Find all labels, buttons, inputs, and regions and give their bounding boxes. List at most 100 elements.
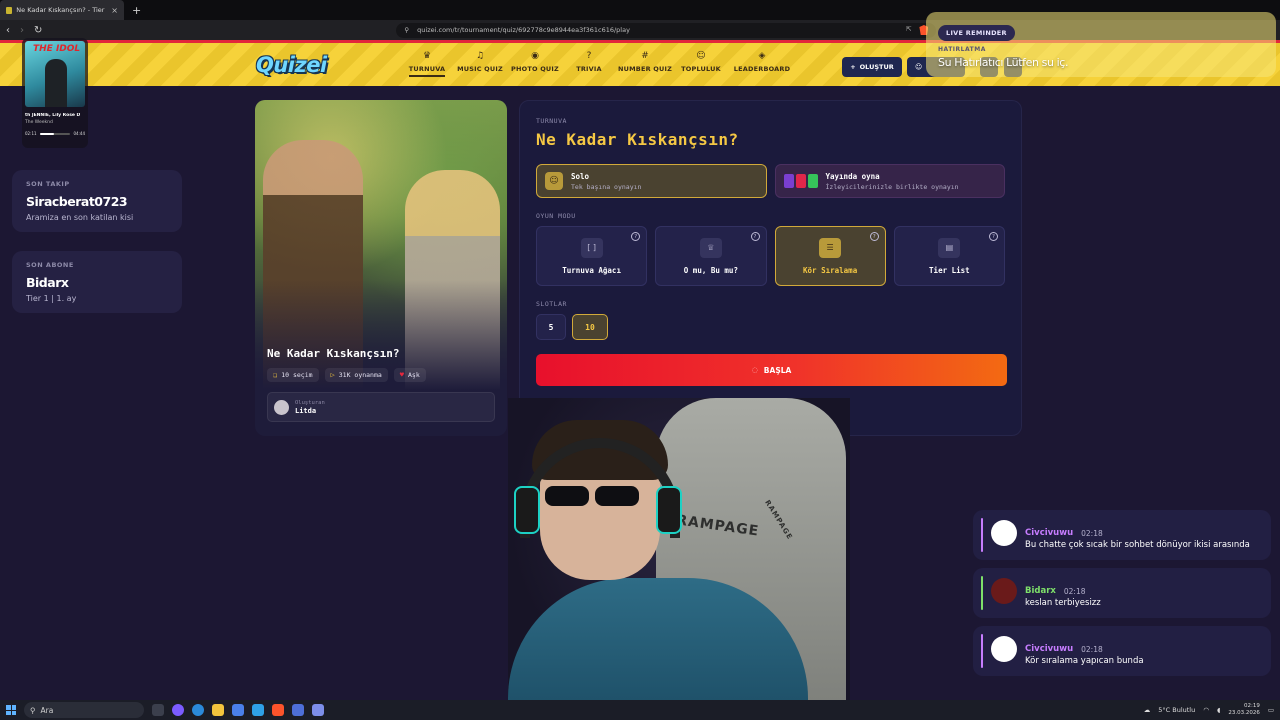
url-text: quizei.com/tr/tournament/quiz/692778c9e8… [417, 26, 630, 34]
volume-icon[interactable]: ◖ [1217, 706, 1220, 714]
nav-turnuva[interactable]: ♛ TURNUVA [404, 51, 450, 77]
stat-plays: ▷ 31K oynanma [324, 368, 388, 382]
back-icon[interactable]: ‹ [6, 25, 10, 36]
quiz-heading: Ne Kadar Kıskançsın? [536, 130, 739, 149]
brave-icon[interactable] [272, 704, 284, 716]
question-icon: ? [586, 51, 592, 61]
wifi-icon[interactable]: ◠ [1203, 706, 1209, 714]
new-tab-icon[interactable]: + [132, 4, 141, 17]
tier-list-icon: ▤ [938, 237, 961, 258]
site-info-icon[interactable]: ⚲ [404, 26, 409, 34]
help-icon[interactable]: ? [750, 232, 760, 241]
stat-text: 10 seçim [281, 371, 313, 379]
slot-option-10[interactable]: 10 [572, 314, 608, 340]
nav-label: NUMBER QUIZ [618, 65, 672, 73]
mode-blind-ranking[interactable]: ? ☰ Kör Sıralama [774, 226, 886, 286]
reload-icon[interactable]: ↻ [34, 25, 42, 36]
plus-icon: + [850, 63, 856, 71]
twitch-icon [783, 174, 794, 188]
quiz-title: Ne Kadar Kıskançsın? [267, 347, 400, 360]
slot-options: 5 10 [536, 314, 1005, 340]
progress-track [39, 132, 71, 135]
taskbar-search[interactable]: ⚲ Ara [24, 702, 144, 718]
nav-number-quiz[interactable]: # NUMBER QUIZ [618, 51, 672, 77]
create-button[interactable]: + OLUŞTUR [842, 57, 902, 77]
song-progress: 02:11 04:44 [25, 131, 85, 136]
notification-icon[interactable]: ▭ [1268, 706, 1274, 714]
clock[interactable]: 02:19 23.03.2026 [1228, 703, 1260, 717]
app-icon[interactable] [292, 704, 304, 716]
weather-icon[interactable]: ☁ [1144, 706, 1151, 714]
option-desc: Tek başına oynayın [571, 182, 642, 191]
chat-username: Civcivuwu [1025, 644, 1074, 654]
song-elapsed: 02:11 [25, 131, 37, 136]
author-name: Litda [295, 406, 317, 415]
windows-start-icon[interactable] [6, 705, 16, 715]
start-button[interactable]: ◌ BAŞLA [536, 354, 1007, 386]
app-icon[interactable] [312, 704, 324, 716]
site-logo[interactable]: Quizei [256, 53, 327, 77]
nav-label: TRIVIA [576, 65, 602, 73]
copilot-icon[interactable] [172, 704, 184, 716]
play-live-option[interactable]: Yayında oyna İzleyicilerinizle birlikte … [774, 164, 1005, 198]
nav-topluluk[interactable]: ☺ TOPLULUK [678, 51, 724, 77]
play-solo-option[interactable]: ☺ Solo Tek başına oynayın [536, 164, 767, 198]
option-desc: İzleyicilerinizle birlikte oynayın [825, 182, 959, 191]
help-icon[interactable]: ? [869, 232, 879, 241]
stat-choices: ❏ 10 seçim [267, 368, 319, 382]
chat-username: Bidarx [1025, 586, 1056, 596]
follower-caption: SON TAKIP [26, 180, 70, 188]
mode-label: O mu, Bu mu? [683, 265, 738, 275]
browser-tab[interactable]: Ne Kadar Kıskançsın? - Tier List × [0, 0, 124, 20]
chat-text: Bu chatte çok sıcak bir sohbet dönüyor i… [1025, 540, 1250, 550]
chat-accent-bar [981, 518, 983, 552]
chat-username: Civcivuwu [1025, 528, 1074, 538]
webcam-feed: RAMPAGE RAMPAGE [508, 398, 850, 700]
help-icon[interactable]: ? [989, 232, 998, 241]
mail-icon[interactable] [252, 704, 264, 716]
chat-accent-bar [981, 576, 983, 610]
slot-option-5[interactable]: 5 [536, 314, 566, 340]
mode-label: Turnuva Ağacı [562, 265, 621, 275]
mode-label: Tier List [929, 265, 970, 275]
nav-label: LEADERBOARD [733, 65, 791, 73]
file-explorer-icon[interactable] [212, 704, 224, 716]
song-title: th JENNIE, Lily Rose D [25, 113, 81, 118]
mode-tier-list[interactable]: ? ▤ Tier List [893, 226, 1005, 286]
edge-icon[interactable] [192, 704, 204, 716]
close-tab-icon[interactable]: × [111, 6, 118, 15]
chat-text: Kör sıralama yapıcan bunda [1025, 656, 1144, 666]
heart-icon: ♥ [399, 371, 405, 379]
song-artist: The Weeknd [25, 120, 53, 125]
chat-text: keslan terbiyesizz [1025, 598, 1101, 608]
task-view-icon[interactable] [152, 704, 164, 716]
reminder-message: Su Hatırlatıcı Lütfen su iç. [938, 56, 1069, 69]
forward-icon[interactable]: › [20, 25, 24, 36]
subscriber-name: Bidarx [26, 275, 69, 290]
help-icon[interactable]: ? [631, 232, 641, 241]
medal-icon: ◈ [758, 51, 766, 61]
nav-music-quiz[interactable]: ♫ MUSIC QUIZ [456, 51, 504, 77]
nav-label: TOPLULUK [681, 65, 721, 73]
main-nav: ♛ TURNUVA ♫ MUSIC QUIZ ◉ PHOTO QUIZ ? TR… [404, 51, 800, 77]
chat-time: 02:18 [1063, 586, 1086, 596]
store-icon[interactable] [232, 704, 244, 716]
system-tray: ☁ 5°C Bulutlu ◠ ◖ 02:19 23.03.2026 ▭ [1144, 703, 1274, 717]
user-icon: ☺ [915, 63, 923, 71]
nav-leaderboard[interactable]: ◈ LEADERBOARD [730, 51, 794, 77]
quiz-author[interactable]: Oluşturan Litda [267, 392, 495, 422]
crown-icon: ♕ [699, 237, 722, 258]
quiz-category: TURNUVA [536, 117, 567, 125]
nav-photo-quiz[interactable]: ◉ PHOTO QUIZ [510, 51, 560, 77]
bracket-icon: [ ] [580, 237, 603, 258]
mode-this-or-that[interactable]: ? ♕ O mu, Bu mu? [655, 226, 767, 286]
stat-category[interactable]: ♥ Aşk [393, 368, 426, 382]
mode-tournament-bracket[interactable]: ? [ ] Turnuva Ağacı [536, 226, 648, 286]
url-bar[interactable]: ⚲ quizei.com/tr/tournament/quiz/692778c9… [396, 22, 937, 38]
author-avatar [274, 399, 289, 415]
game-modes: ? [ ] Turnuva Ağacı ? ♕ O mu, Bu mu? ? ☰… [536, 226, 1005, 286]
nav-trivia[interactable]: ? TRIVIA [566, 51, 612, 77]
song-total: 04:44 [73, 131, 85, 136]
share-icon[interactable]: ⇱ [906, 25, 911, 35]
now-playing-widget: THE IDOL th JENNIE, Lily Rose D The Week… [22, 38, 88, 148]
